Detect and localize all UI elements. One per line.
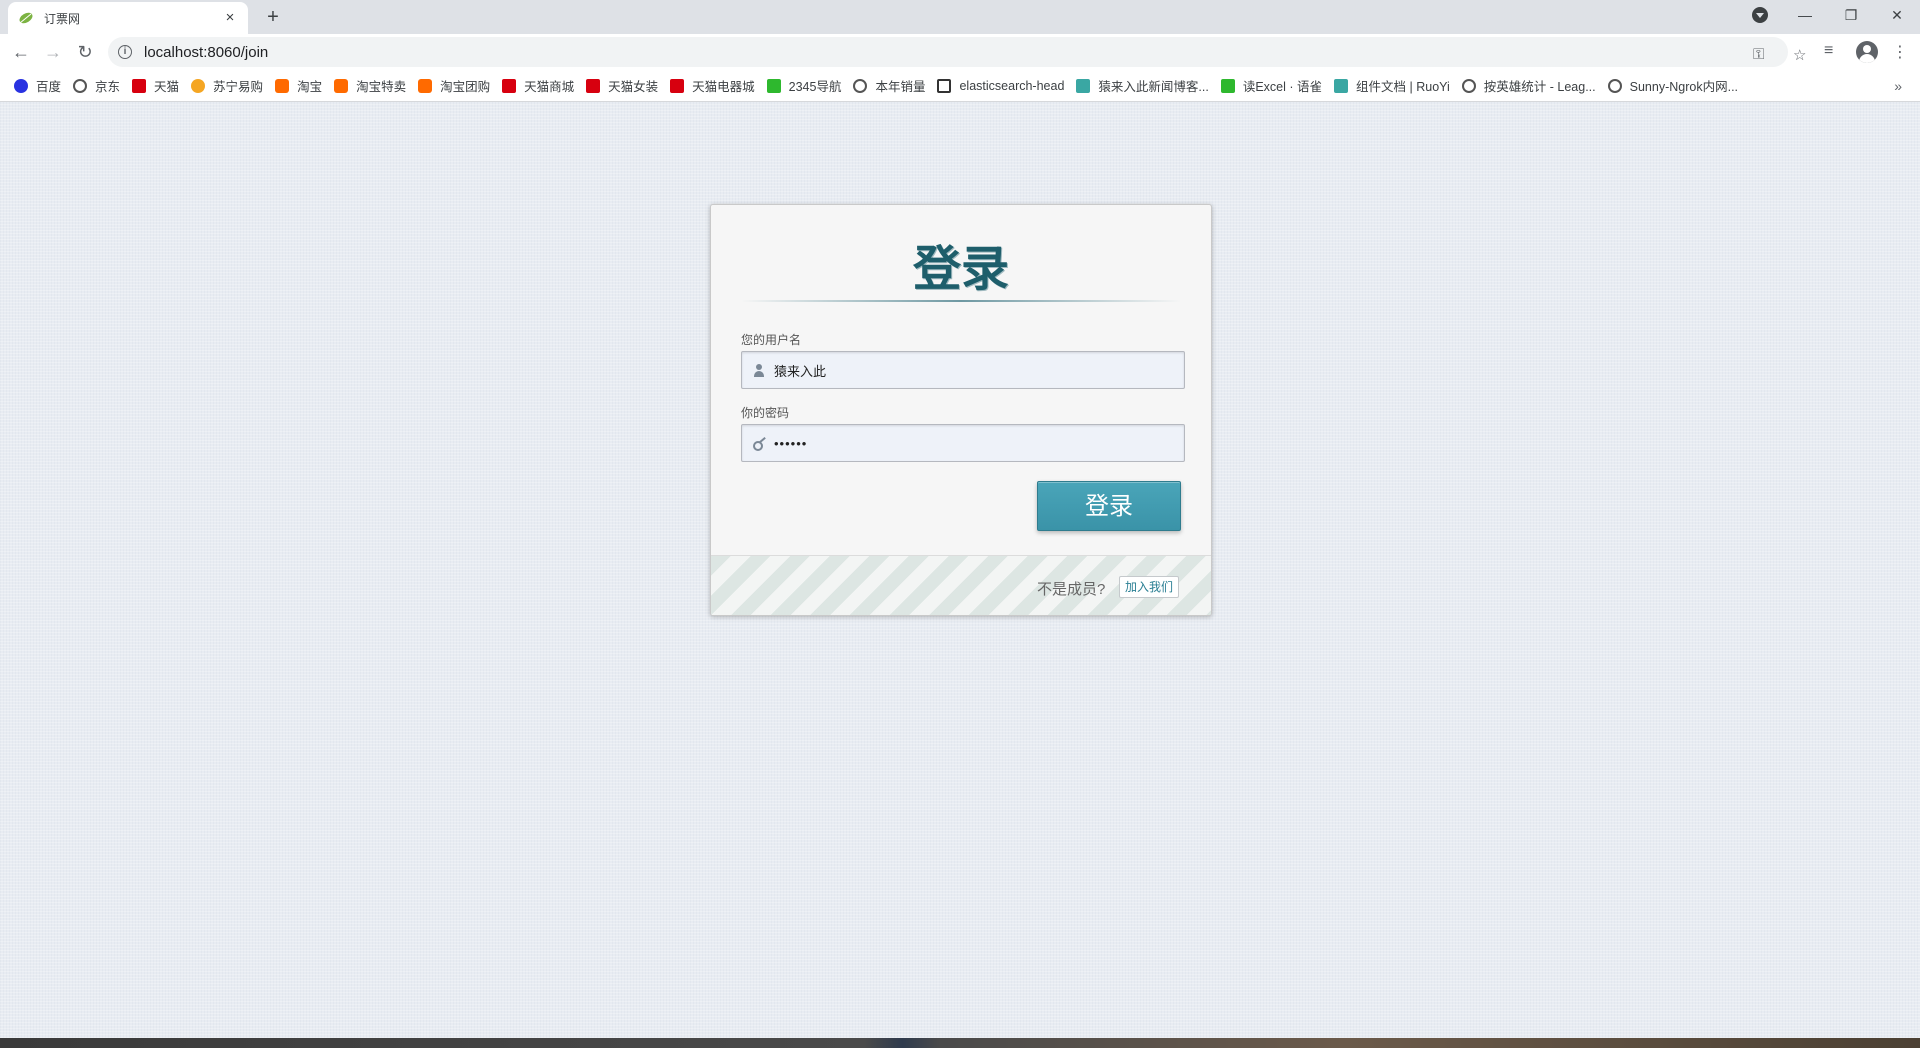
- title-divider: [741, 300, 1181, 302]
- bookmark-item[interactable]: 天猫女装: [586, 76, 658, 95]
- login-panel: 登录 您的用户名 猿来入此 你的密码 •••••• 登录 不是成员? 加入我们: [710, 204, 1212, 616]
- bookmark-item[interactable]: 淘宝特卖: [334, 76, 406, 95]
- bookmark-item[interactable]: 按英雄统计 - Leag...: [1461, 76, 1596, 95]
- bookmark-label: 2345导航: [788, 80, 842, 94]
- tab-close-icon[interactable]: ×: [222, 10, 238, 26]
- menu-icon[interactable]: ⋮: [1892, 42, 1908, 62]
- password-field[interactable]: ••••••: [741, 424, 1185, 462]
- forward-icon[interactable]: →: [43, 42, 63, 62]
- taobao-icon: [334, 78, 349, 93]
- login-footer: 不是成员? 加入我们: [711, 555, 1211, 615]
- tmall-icon: [502, 78, 517, 93]
- site-info-icon[interactable]: i: [118, 45, 132, 59]
- elastic-icon: [937, 78, 952, 93]
- globe-icon: [853, 78, 868, 93]
- bookmark-label: 天猫电器城: [692, 80, 755, 94]
- login-button[interactable]: 登录: [1037, 481, 1181, 531]
- bookmark-label: 淘宝团购: [440, 80, 491, 94]
- new-tab-button[interactable]: +: [262, 6, 284, 28]
- teal-icon: [1076, 78, 1091, 93]
- tmall-icon: [586, 78, 601, 93]
- bookmark-item[interactable]: 苏宁易购: [191, 76, 263, 95]
- bookmark-item[interactable]: 淘宝: [275, 76, 322, 95]
- bookmark-label: 本年销量: [875, 80, 926, 94]
- bookmark-item[interactable]: 天猫: [132, 76, 179, 95]
- key-icon[interactable]: ⚿: [1753, 46, 1764, 63]
- join-us-button[interactable]: 加入我们: [1119, 576, 1179, 598]
- browser-tabbar: 订票网 × + — ❐ ✕: [0, 0, 1920, 34]
- bookmark-item[interactable]: 百度: [14, 76, 61, 95]
- bookmark-item[interactable]: 本年销量: [853, 76, 925, 95]
- bookmark-item[interactable]: 天猫商城: [502, 76, 574, 95]
- bookmark-star-icon[interactable]: ☆: [1793, 46, 1806, 64]
- bookmark-label: elasticsearch-head: [959, 78, 1065, 93]
- taobao-icon: [275, 78, 290, 93]
- bookmark-label: 组件文档 | RuoYi: [1356, 80, 1450, 94]
- tab-search-icon[interactable]: [1752, 7, 1768, 23]
- username-field[interactable]: 猿来入此: [741, 351, 1185, 389]
- password-value[interactable]: ••••••: [774, 436, 807, 451]
- profile-avatar-icon[interactable]: [1856, 41, 1878, 63]
- bookmark-item[interactable]: 读Excel · 语雀: [1220, 76, 1323, 95]
- globe-icon: [1461, 78, 1476, 93]
- user-icon: [752, 363, 766, 377]
- bookmark-label: 猿来入此新闻博客...: [1098, 80, 1209, 94]
- browser-toolbar: ← → ↻ i localhost:8060/join ⚿ ☆ ≡ ⋮: [0, 34, 1920, 70]
- tmall-icon: [670, 78, 685, 93]
- baidu-icon: [14, 78, 28, 93]
- address-bar[interactable]: i localhost:8060/join ⚿ ☆: [108, 37, 1806, 67]
- bookmark-label: 读Excel · 语雀: [1242, 80, 1323, 94]
- url-text[interactable]: localhost:8060/join: [144, 44, 268, 61]
- tab-title: 订票网: [44, 11, 81, 26]
- bookmark-label: 按英雄统计 - Leag...: [1483, 80, 1596, 94]
- bookmark-label: 天猫商城: [524, 80, 575, 94]
- bookmark-label: Sunny-Ngrok内网...: [1629, 80, 1739, 94]
- taskbar: [0, 1038, 1920, 1048]
- bookmark-label: 苏宁易购: [213, 80, 264, 94]
- login-title: 登录: [912, 241, 1009, 297]
- key-icon: [752, 436, 766, 451]
- bookmark-item[interactable]: 猿来入此新闻博客...: [1076, 76, 1209, 95]
- media-control-icon[interactable]: ≡: [1824, 42, 1833, 60]
- close-window-icon[interactable]: ✕: [1874, 0, 1920, 30]
- tmall-icon: [132, 78, 147, 93]
- green-icon: [766, 78, 781, 93]
- suning-icon: [191, 78, 206, 93]
- username-label: 您的用户名: [741, 333, 802, 347]
- bookmark-item[interactable]: Sunny-Ngrok内网...: [1607, 76, 1739, 95]
- bookmark-item[interactable]: elasticsearch-head: [937, 78, 1065, 93]
- leaf-favicon-icon: [18, 10, 34, 26]
- globe-icon: [73, 78, 88, 93]
- minimize-icon[interactable]: —: [1782, 0, 1828, 30]
- back-icon[interactable]: ←: [11, 42, 31, 62]
- taobao-icon: [418, 78, 433, 93]
- bookmarks-more-icon[interactable]: »: [1894, 78, 1902, 94]
- username-value[interactable]: 猿来入此: [774, 361, 826, 380]
- bookmark-label: 淘宝特卖: [356, 80, 407, 94]
- reload-icon[interactable]: ↻: [75, 42, 95, 62]
- bookmark-label: 天猫: [154, 80, 180, 94]
- browser-tab[interactable]: 订票网 ×: [8, 2, 248, 34]
- bookmark-label: 淘宝: [297, 80, 323, 94]
- bookmark-label: 百度: [36, 80, 62, 94]
- bookmark-item[interactable]: 淘宝团购: [418, 76, 490, 95]
- bookmark-label: 京东: [95, 80, 121, 94]
- not-member-text: 不是成员?: [1037, 581, 1106, 598]
- bookmark-item[interactable]: 天猫电器城: [670, 76, 755, 95]
- bookmark-item[interactable]: 2345导航: [766, 76, 842, 95]
- bookmark-item[interactable]: 组件文档 | RuoYi: [1334, 76, 1450, 95]
- restore-icon[interactable]: ❐: [1828, 0, 1874, 30]
- globe-icon: [1607, 78, 1622, 93]
- bookmarks-bar: 百度 京东 天猫 苏宁易购 淘宝 淘宝特卖 淘宝团购 天猫商城 天猫女装 天猫电器城 2345导航 本…: [0, 70, 1920, 102]
- bookmark-item[interactable]: 京东: [73, 76, 120, 95]
- green-icon: [1220, 78, 1235, 93]
- page-background: 登录 您的用户名 猿来入此 你的密码 •••••• 登录 不是成员? 加入我们: [0, 102, 1920, 1038]
- teal-icon: [1334, 78, 1349, 93]
- password-label: 你的密码: [741, 406, 790, 420]
- bookmark-label: 天猫女装: [608, 80, 659, 94]
